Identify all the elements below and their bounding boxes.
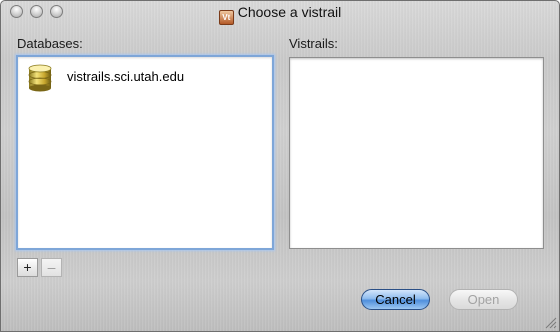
title-bar[interactable]: Vt Choose a vistrail: [1, 1, 559, 25]
databases-list[interactable]: vistrails.sci.utah.edu: [16, 55, 274, 250]
add-database-button[interactable]: +: [17, 258, 38, 277]
vistrails-list[interactable]: [289, 57, 544, 249]
window-title: Choose a vistrail: [237, 4, 342, 20]
open-button[interactable]: Open: [449, 289, 518, 310]
database-item[interactable]: vistrails.sci.utah.edu: [25, 63, 265, 93]
vistrails-app-icon: Vt: [218, 10, 234, 25]
vistrails-label: Vistrails:: [289, 36, 338, 51]
cancel-button[interactable]: Cancel: [361, 289, 430, 310]
resize-grip-icon[interactable]: [545, 317, 557, 329]
remove-database-button[interactable]: –: [41, 258, 62, 277]
databases-label: Databases:: [17, 36, 83, 51]
database-item-label: vistrails.sci.utah.edu: [67, 69, 185, 84]
database-icon: [28, 64, 52, 92]
choose-vistrail-dialog: Vt Choose a vistrail Databases: Vistrails…: [0, 0, 560, 332]
window-title-group: Vt Choose a vistrail: [1, 4, 559, 25]
